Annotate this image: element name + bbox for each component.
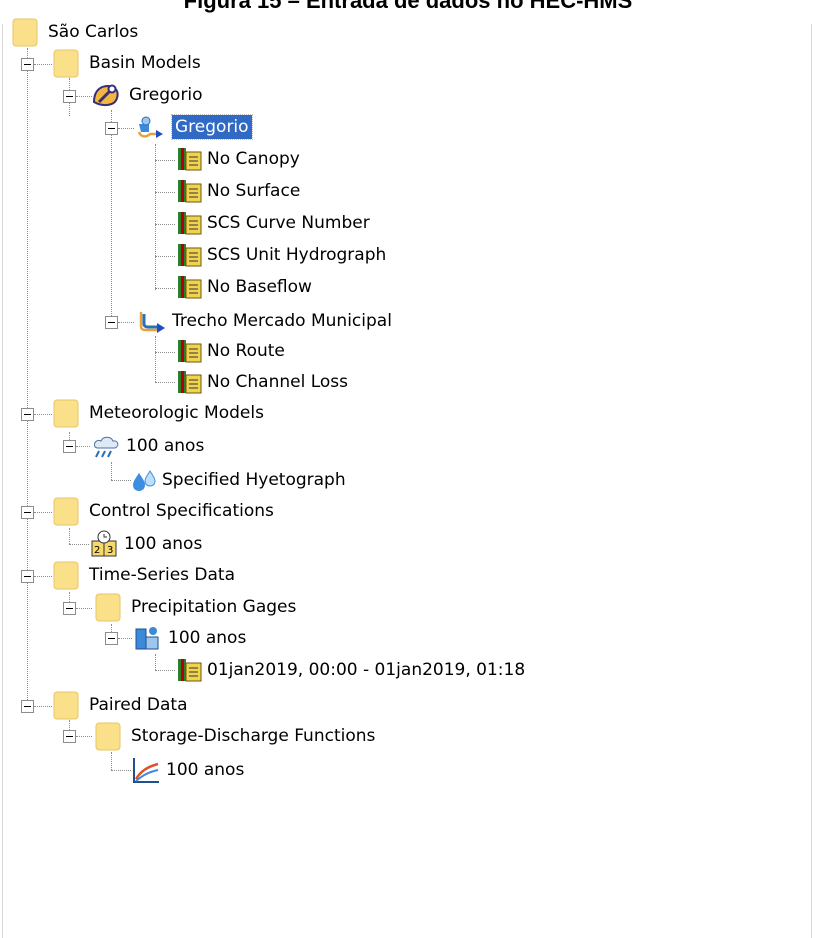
tree-label: No Canopy: [207, 149, 300, 169]
tree-label: Gregorio: [129, 85, 203, 105]
folder-icon: [95, 721, 123, 751]
method-parameter-icon: [176, 208, 204, 238]
collapse-control-specifications[interactable]: [21, 506, 34, 519]
collapse-meteorologic-models[interactable]: [21, 408, 34, 421]
tree-label: Storage-Discharge Functions: [131, 726, 376, 746]
tree-node-root[interactable]: São Carlos: [12, 17, 141, 47]
collapse-reach[interactable]: [105, 316, 118, 329]
tree-label: SCS Curve Number: [207, 213, 370, 233]
tree-node-method[interactable]: No Canopy: [176, 144, 303, 174]
tree-label: Basin Models: [89, 53, 201, 73]
reach-icon: [135, 306, 167, 336]
tree-node-storage-discharge[interactable]: Storage-Discharge Functions: [95, 721, 378, 751]
curve-chart-icon: [131, 755, 161, 785]
tree-node-method[interactable]: No Channel Loss: [176, 367, 351, 397]
method-parameter-icon: [176, 336, 204, 366]
tree-node-meteorologic-models[interactable]: Meteorologic Models: [53, 398, 267, 428]
tree-node-subbasin-gregorio[interactable]: Gregorio: [135, 112, 253, 142]
tree-label: São Carlos: [48, 22, 139, 42]
folder-icon: [12, 17, 40, 47]
method-parameter-icon: [176, 655, 204, 685]
tree-node-basin-models[interactable]: Basin Models: [53, 48, 204, 78]
tree-label: Paired Data: [89, 695, 188, 715]
method-parameter-icon: [176, 240, 204, 270]
calendar-clock-icon: 2 3: [89, 529, 119, 559]
tree-label-selected: Gregorio: [171, 114, 253, 140]
tree-label: No Surface: [207, 181, 301, 201]
tree-node-time-window[interactable]: 01jan2019, 00:00 - 01jan2019, 01:18: [176, 655, 528, 685]
collapse-storage-discharge[interactable]: [63, 730, 76, 743]
tree-label: Trecho Mercado Municipal: [172, 311, 392, 331]
method-parameter-icon: [176, 176, 204, 206]
subbasin-icon: [135, 112, 167, 142]
tree-label: No Channel Loss: [207, 372, 349, 392]
tree-label: 100 anos: [166, 760, 245, 780]
collapse-met-100-anos[interactable]: [63, 440, 76, 453]
precipitation-drops-icon: [131, 465, 157, 495]
folder-icon: [53, 690, 81, 720]
method-parameter-icon: [176, 367, 204, 397]
method-parameter-icon: [176, 144, 204, 174]
tree-node-method[interactable]: No Baseflow: [176, 272, 315, 302]
tree-label: Meteorologic Models: [89, 403, 264, 423]
rain-cloud-icon: [91, 431, 121, 461]
folder-icon: [53, 398, 81, 428]
method-parameter-icon: [176, 272, 204, 302]
tree-node-control-specifications[interactable]: Control Specifications: [53, 496, 277, 526]
tree-node-time-series[interactable]: Time-Series Data: [53, 560, 238, 590]
tree-node-precipitation-gages[interactable]: Precipitation Gages: [95, 592, 299, 622]
tree-node-basin-gregorio[interactable]: Gregorio: [91, 80, 206, 110]
tree-node-method[interactable]: No Surface: [176, 176, 303, 206]
folder-icon: [53, 48, 81, 78]
tree-label: 01jan2019, 00:00 - 01jan2019, 01:18: [207, 660, 526, 680]
svg-text:3: 3: [107, 545, 113, 556]
precipitation-gage-icon: [133, 623, 163, 653]
tree-node-method[interactable]: SCS Unit Hydrograph: [176, 240, 389, 270]
collapse-subbasin-gregorio[interactable]: [105, 122, 118, 135]
tree-label: 100 anos: [126, 436, 205, 456]
collapse-gage-100-anos[interactable]: [105, 632, 118, 645]
project-tree[interactable]: São Carlos Basin Models Gregorio Gregori…: [0, 0, 816, 938]
tree-node-met-model[interactable]: 100 anos: [91, 431, 207, 461]
svg-text:2: 2: [94, 545, 100, 556]
tree-node-method[interactable]: SCS Curve Number: [176, 208, 373, 238]
tree-label: No Route: [207, 341, 285, 361]
tree-node-method[interactable]: No Route: [176, 336, 288, 366]
tree-node-reach[interactable]: Trecho Mercado Municipal: [135, 306, 395, 336]
collapse-basin-models[interactable]: [21, 58, 34, 71]
tree-node-paired-data[interactable]: Paired Data: [53, 690, 191, 720]
folder-icon: [53, 560, 81, 590]
tree-label: No Baseflow: [207, 277, 312, 297]
tree-label: Precipitation Gages: [131, 597, 297, 617]
tree-label: Time-Series Data: [89, 565, 236, 585]
tree-node-paired-item[interactable]: 100 anos: [131, 755, 247, 785]
basin-model-icon: [91, 80, 121, 110]
tree-label: Specified Hyetograph: [162, 470, 346, 490]
collapse-paired-data[interactable]: [21, 700, 34, 713]
collapse-basin-gregorio[interactable]: [63, 90, 76, 103]
folder-icon: [53, 496, 81, 526]
tree-node-gage[interactable]: 100 anos: [133, 623, 249, 653]
tree-node-control-item[interactable]: 2 3 100 anos: [89, 529, 205, 559]
tree-label: Control Specifications: [89, 501, 274, 521]
collapse-precipitation-gages[interactable]: [63, 602, 76, 615]
tree-label: 100 anos: [168, 628, 247, 648]
tree-label: SCS Unit Hydrograph: [207, 245, 387, 265]
folder-icon: [95, 592, 123, 622]
tree-label: 100 anos: [124, 534, 203, 554]
tree-node-met-method[interactable]: Specified Hyetograph: [131, 465, 349, 495]
collapse-time-series[interactable]: [21, 570, 34, 583]
